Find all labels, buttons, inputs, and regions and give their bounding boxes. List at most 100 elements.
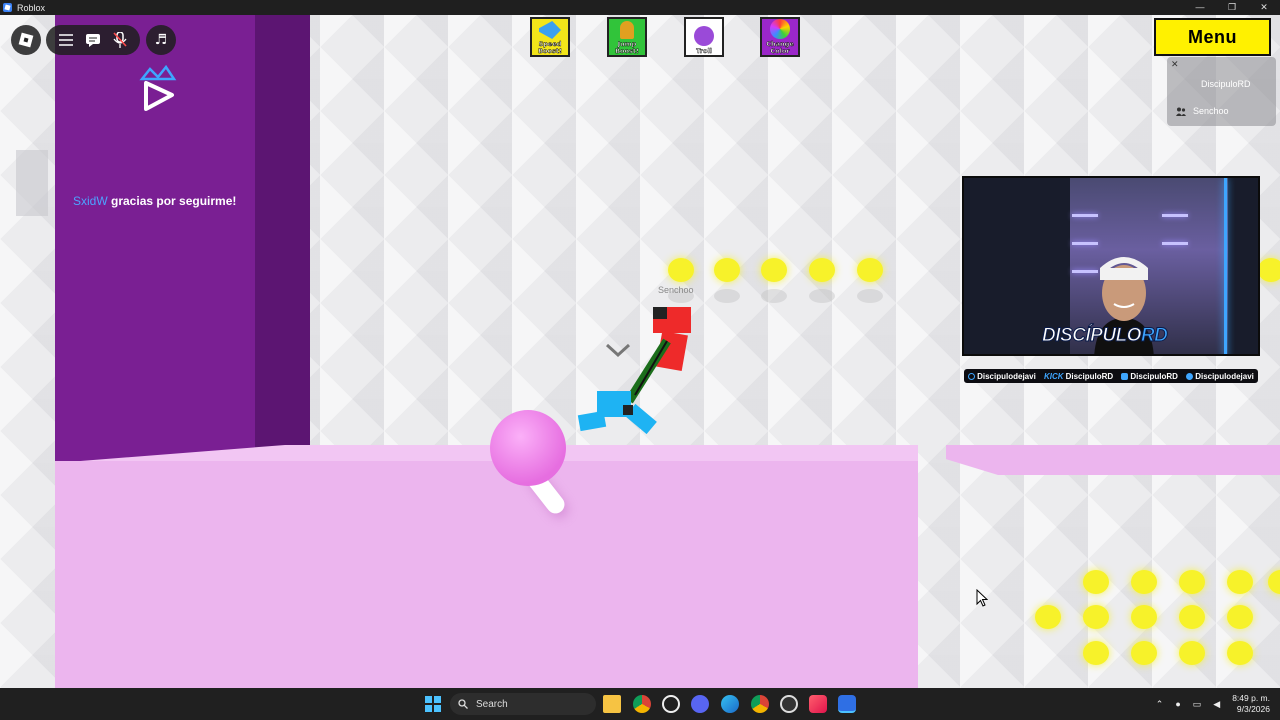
gamepass-change-color[interactable]: Change Color (760, 17, 800, 57)
gamepass-label: Jump Boost! (615, 40, 639, 55)
window-title-bar: Roblox — ❐ ✕ (0, 0, 1280, 15)
follow-text: gracias por seguirme! (107, 194, 237, 208)
player-name: DiscipuloRD (1201, 79, 1251, 89)
coin (1083, 570, 1109, 594)
coin (1083, 605, 1109, 629)
game-viewport[interactable]: SxidW gracias por seguirme! Senchoo ♬ Sp… (0, 15, 1280, 688)
coin-shadow (809, 289, 835, 303)
window-controls: — ❐ ✕ (1184, 0, 1280, 15)
pink-ball (490, 410, 566, 486)
coin-shadow (714, 289, 740, 303)
close-icon[interactable]: ✕ (1171, 59, 1179, 70)
music-button[interactable]: ♬ (146, 25, 176, 55)
network-icon[interactable]: ▭ (1193, 699, 1202, 710)
music-note-icon: ♬ (154, 32, 168, 48)
coin (714, 258, 740, 282)
coin (1131, 570, 1157, 594)
windows-taskbar: Search ⌃ ● ▭ ◀ 8:49 p. m. 9/3/2026 (0, 688, 1280, 720)
coin (1258, 258, 1280, 282)
discord-icon[interactable] (691, 695, 709, 713)
stream-brand: DISCÍPULORD (1042, 325, 1169, 347)
menu-button[interactable]: Menu (1154, 18, 1271, 56)
gamepass-troll[interactable]: Troll (684, 17, 724, 57)
friends-icon (1176, 107, 1186, 116)
hamburger-icon[interactable] (58, 34, 73, 46)
instagram-icon (968, 372, 976, 380)
file-explorer-icon[interactable] (603, 695, 621, 713)
music-app-icon[interactable] (809, 695, 827, 713)
follower-name: SxidW (73, 194, 108, 208)
social-handles: Discipulodejavi KICK DiscipuloRD Discipul… (964, 369, 1258, 383)
mouse-cursor-icon (976, 589, 988, 607)
player-list: ✕ DiscipuloRD Senchoo (1167, 57, 1276, 126)
chevron-up-icon[interactable]: ⌃ (1156, 699, 1164, 710)
follow-message: SxidW gracias por seguirme! (73, 194, 236, 208)
roblox-menu-button[interactable] (11, 25, 41, 55)
coin-shadow (857, 289, 883, 303)
speed-boost-icon (539, 21, 561, 39)
webcam-overlay: DISCÍPULORD (962, 176, 1260, 356)
microphone-icon[interactable]: ● (1175, 699, 1180, 709)
coin (1131, 641, 1157, 665)
player-row[interactable]: DiscipuloRD (1167, 71, 1276, 97)
mic-muted-icon[interactable] (113, 32, 127, 48)
clock-date: 9/3/2026 (1236, 704, 1270, 714)
coin (1179, 641, 1205, 665)
coin (1179, 570, 1205, 594)
maximize-button[interactable]: ❐ (1216, 0, 1248, 15)
volume-icon[interactable]: ◀ (1213, 699, 1220, 710)
search-placeholder: Search (476, 698, 508, 710)
coin (857, 258, 883, 282)
color-wheel-icon (770, 19, 790, 39)
crown-logo-icon (139, 65, 177, 111)
gamepass-label: Speed Boost! (538, 40, 562, 55)
coin-shadow (761, 289, 787, 303)
chat-icon[interactable] (85, 33, 100, 47)
gamepass-jump-boost[interactable]: Jump Boost! (607, 17, 647, 57)
pink-floor (55, 461, 918, 688)
edge-icon[interactable] (721, 695, 739, 713)
social-item: DiscipuloRD (1121, 372, 1178, 381)
coin (1227, 641, 1253, 665)
kick-icon: KICK (1044, 371, 1064, 381)
facebook-icon (1121, 372, 1129, 380)
coin (1227, 605, 1253, 629)
clock-time: 8:49 p. m. (1232, 693, 1270, 703)
coin (1035, 605, 1061, 629)
jump-boost-icon (620, 21, 634, 39)
troll-devil-icon (694, 25, 714, 46)
roblox-logo-icon (18, 32, 34, 48)
coin (761, 258, 787, 282)
roblox-taskbar-icon[interactable] (838, 695, 856, 713)
purple-wall-side (255, 15, 310, 461)
gamepass-label: Troll (696, 46, 712, 55)
coin (1083, 641, 1109, 665)
social-item: Discipulodejavi (968, 372, 1036, 381)
chatgpt-icon[interactable] (662, 695, 680, 713)
player-name: Senchoo (1193, 106, 1229, 116)
gamepass-speed-boost[interactable]: Speed Boost! (530, 17, 570, 57)
chrome-icon[interactable] (633, 695, 651, 713)
window-title: Roblox (17, 2, 46, 13)
coin (1131, 605, 1157, 629)
pink-ledge (946, 445, 1280, 475)
roblox-toolbar (46, 25, 140, 55)
search-icon (458, 699, 468, 709)
coin (668, 258, 694, 282)
obs-icon[interactable] (780, 695, 798, 713)
tiktok-icon (1186, 372, 1194, 380)
windows-start-icon[interactable] (425, 696, 441, 712)
player-row[interactable]: Senchoo (1167, 98, 1276, 124)
taskbar-search[interactable]: Search (450, 693, 596, 715)
coin (1179, 605, 1205, 629)
coin (1268, 570, 1280, 594)
roblox-app-icon (3, 3, 12, 12)
coin (809, 258, 835, 282)
taskbar-clock[interactable]: 8:49 p. m. 9/3/2026 (1232, 693, 1270, 715)
ghost-arrow-decor (16, 150, 48, 216)
chrome-profile-icon[interactable] (751, 695, 769, 713)
close-window-button[interactable]: ✕ (1248, 0, 1280, 15)
social-item: KICK DiscipuloRD (1044, 371, 1114, 381)
minimize-button[interactable]: — (1184, 0, 1216, 15)
player-character (577, 307, 691, 435)
